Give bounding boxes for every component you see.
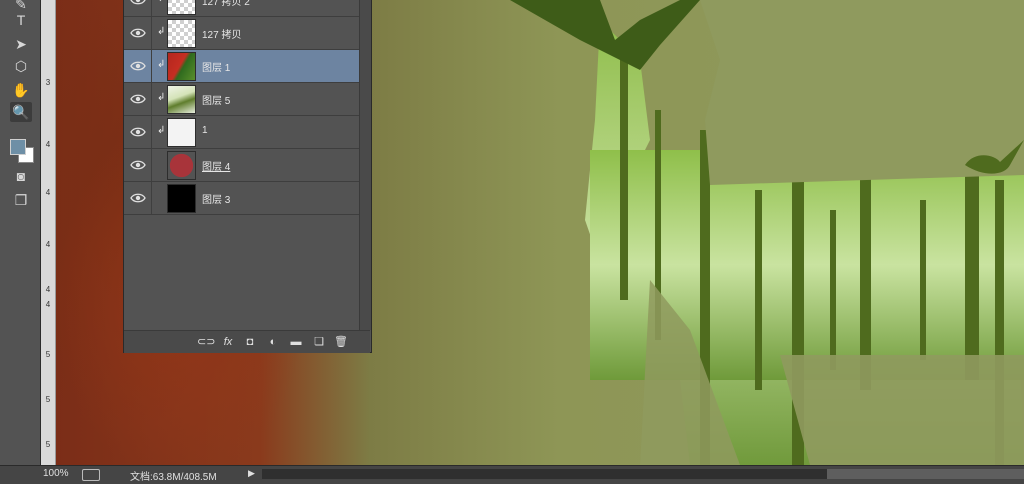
- layer-name[interactable]: 图层 4: [202, 158, 230, 173]
- shape-icon[interactable]: ⬡: [10, 56, 32, 76]
- visibility-eye-icon[interactable]: [130, 126, 146, 138]
- layer-thumbnail[interactable]: [167, 85, 196, 114]
- layer-row[interactable]: 图层 4: [124, 149, 359, 182]
- layer-name[interactable]: 图层 1: [202, 59, 230, 74]
- clipping-mask-icon: ↲: [157, 59, 166, 70]
- visibility-eye-icon[interactable]: [130, 159, 146, 171]
- layer-thumbnail[interactable]: [167, 52, 196, 81]
- layer-row[interactable]: ↲ 图层 5: [124, 83, 359, 116]
- divider: [151, 17, 152, 49]
- clipping-mask-icon: ↲: [157, 92, 166, 103]
- layer-thumbnail[interactable]: [167, 19, 196, 48]
- layer-thumbnail[interactable]: [167, 151, 196, 180]
- status-bar: 100% 文档:63.8M/408.5M ▶: [0, 465, 1024, 484]
- document-size: 文档:63.8M/408.5M: [130, 472, 217, 483]
- visibility-eye-icon[interactable]: [130, 60, 146, 72]
- new-layer-icon[interactable]: ❏: [312, 335, 326, 349]
- divider: [151, 50, 152, 82]
- mask-icon[interactable]: ◘: [243, 335, 257, 349]
- zoom-icon[interactable]: 🔍: [10, 102, 32, 122]
- folder-icon[interactable]: ▬: [289, 335, 303, 349]
- layer-row[interactable]: 图层 3: [124, 182, 359, 215]
- layer-row[interactable]: ↲ 图层 1: [124, 50, 359, 83]
- layers-panel: ↲127 拷贝 2↲127 拷贝↲图层 1↲图层 5↲1图层 4图层 3 ⊂⊃ …: [123, 0, 372, 353]
- layer-row[interactable]: ↲ 127 拷贝: [124, 17, 359, 50]
- status-menu-arrow-icon[interactable]: ▶: [248, 468, 255, 479]
- divider: [151, 116, 152, 148]
- foreground-color-swatch[interactable]: [10, 139, 26, 155]
- ruler-number: 3: [45, 78, 51, 87]
- path-select-icon[interactable]: ➤: [10, 34, 32, 54]
- clipping-mask-icon: ↲: [157, 125, 166, 136]
- layer-name[interactable]: 127 拷贝: [202, 26, 241, 41]
- layer-name[interactable]: 1: [202, 125, 208, 136]
- visibility-eye-icon[interactable]: [130, 0, 146, 6]
- layers-scrollbar[interactable]: [359, 0, 371, 330]
- clipping-mask-icon: ↲: [157, 26, 166, 37]
- layer-name[interactable]: 图层 3: [202, 191, 230, 206]
- vertical-ruler[interactable]: 3 4 4 4 4 4 5 5 5: [40, 0, 56, 465]
- visibility-eye-icon[interactable]: [130, 27, 146, 39]
- hand-icon[interactable]: ✋: [10, 80, 32, 100]
- adjustment-icon[interactable]: ◐: [266, 335, 280, 349]
- ruler-number: 4: [45, 188, 51, 197]
- divider: [151, 83, 152, 115]
- visibility-eye-icon[interactable]: [130, 93, 146, 105]
- divider: [151, 0, 152, 16]
- fx-icon[interactable]: fx: [221, 335, 235, 349]
- layer-name[interactable]: 127 拷贝 2: [202, 0, 250, 8]
- divider: [151, 149, 152, 181]
- layer-row[interactable]: ↲ 1: [124, 116, 359, 149]
- ruler-number: 4: [45, 285, 51, 294]
- horizontal-scrollbar[interactable]: [262, 469, 1024, 479]
- layer-thumbnail[interactable]: [167, 184, 196, 213]
- ruler-number: 4: [45, 300, 51, 309]
- screen-mode-icon[interactable]: ❐: [10, 190, 32, 210]
- trash-icon[interactable]: 🗑: [334, 335, 348, 349]
- ruler-number: 5: [45, 395, 51, 404]
- quick-mask-icon[interactable]: ◙: [10, 166, 32, 186]
- ruler-number: 4: [45, 140, 51, 149]
- layer-thumbnail[interactable]: [167, 118, 196, 147]
- layer-row[interactable]: ↲ 127 拷贝 2: [124, 0, 359, 17]
- ruler-number: 4: [45, 240, 51, 249]
- visibility-eye-icon[interactable]: [130, 192, 146, 204]
- clipping-mask-icon: ↲: [157, 0, 165, 5]
- link-icon[interactable]: ⊂⊃: [197, 335, 215, 349]
- zoom-level[interactable]: 100%: [43, 468, 69, 479]
- layer-thumbnail[interactable]: [167, 0, 196, 15]
- ruler-number: 5: [45, 350, 51, 359]
- proof-icon[interactable]: [82, 469, 100, 481]
- type-icon[interactable]: T: [10, 10, 32, 30]
- scrollbar-thumb[interactable]: [827, 469, 1024, 479]
- ruler-number: 5: [45, 440, 51, 449]
- layers-footer: ⊂⊃ fx ◘ ◐ ▬ ❏ 🗑: [124, 330, 370, 353]
- layer-name[interactable]: 图层 5: [202, 92, 230, 107]
- tools-panel: ✎ T ➤ ⬡ ✋ 🔍 ◙ ❐: [0, 0, 41, 465]
- divider: [151, 182, 152, 214]
